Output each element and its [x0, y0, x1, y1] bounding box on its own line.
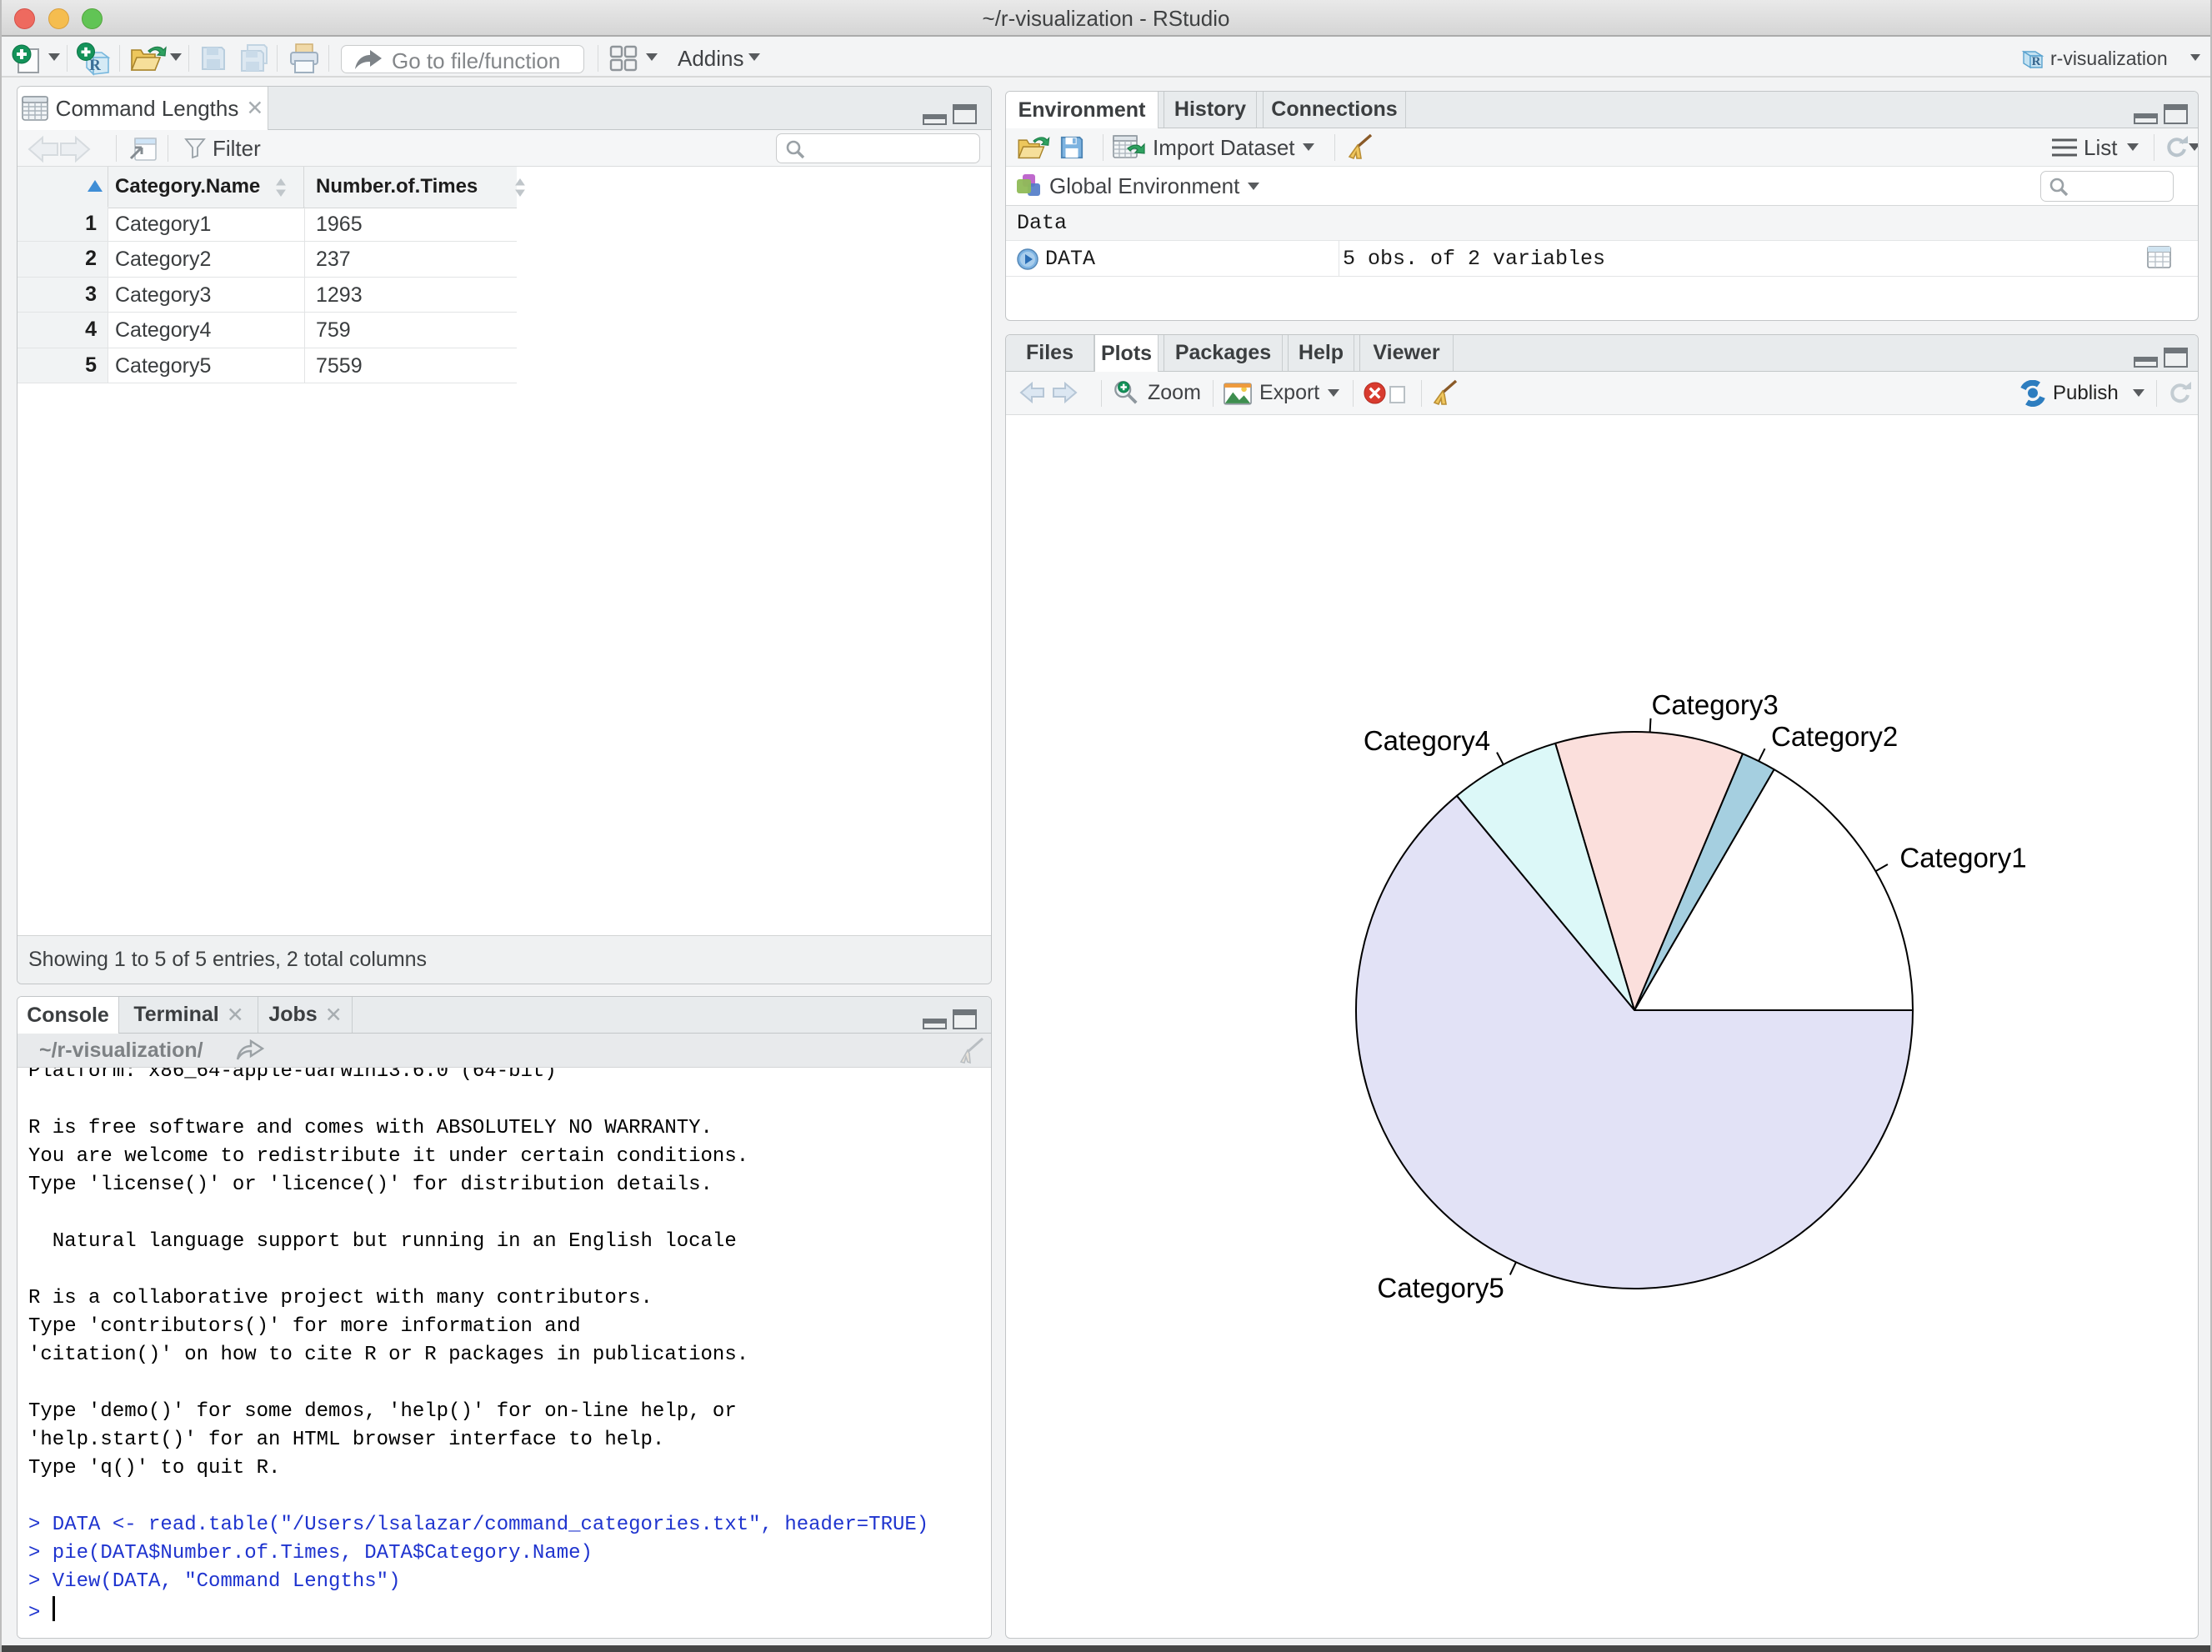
svg-text:R: R	[89, 57, 101, 74]
svg-text:R: R	[2032, 55, 2041, 68]
svg-text:Category1: Category1	[1899, 843, 2026, 874]
svg-text:Category2: Category2	[1771, 721, 1898, 752]
svg-text:Category4: Category4	[1364, 725, 1490, 756]
svg-text:Category3: Category3	[1652, 689, 1779, 720]
svg-text:Category5: Category5	[1377, 1273, 1504, 1304]
